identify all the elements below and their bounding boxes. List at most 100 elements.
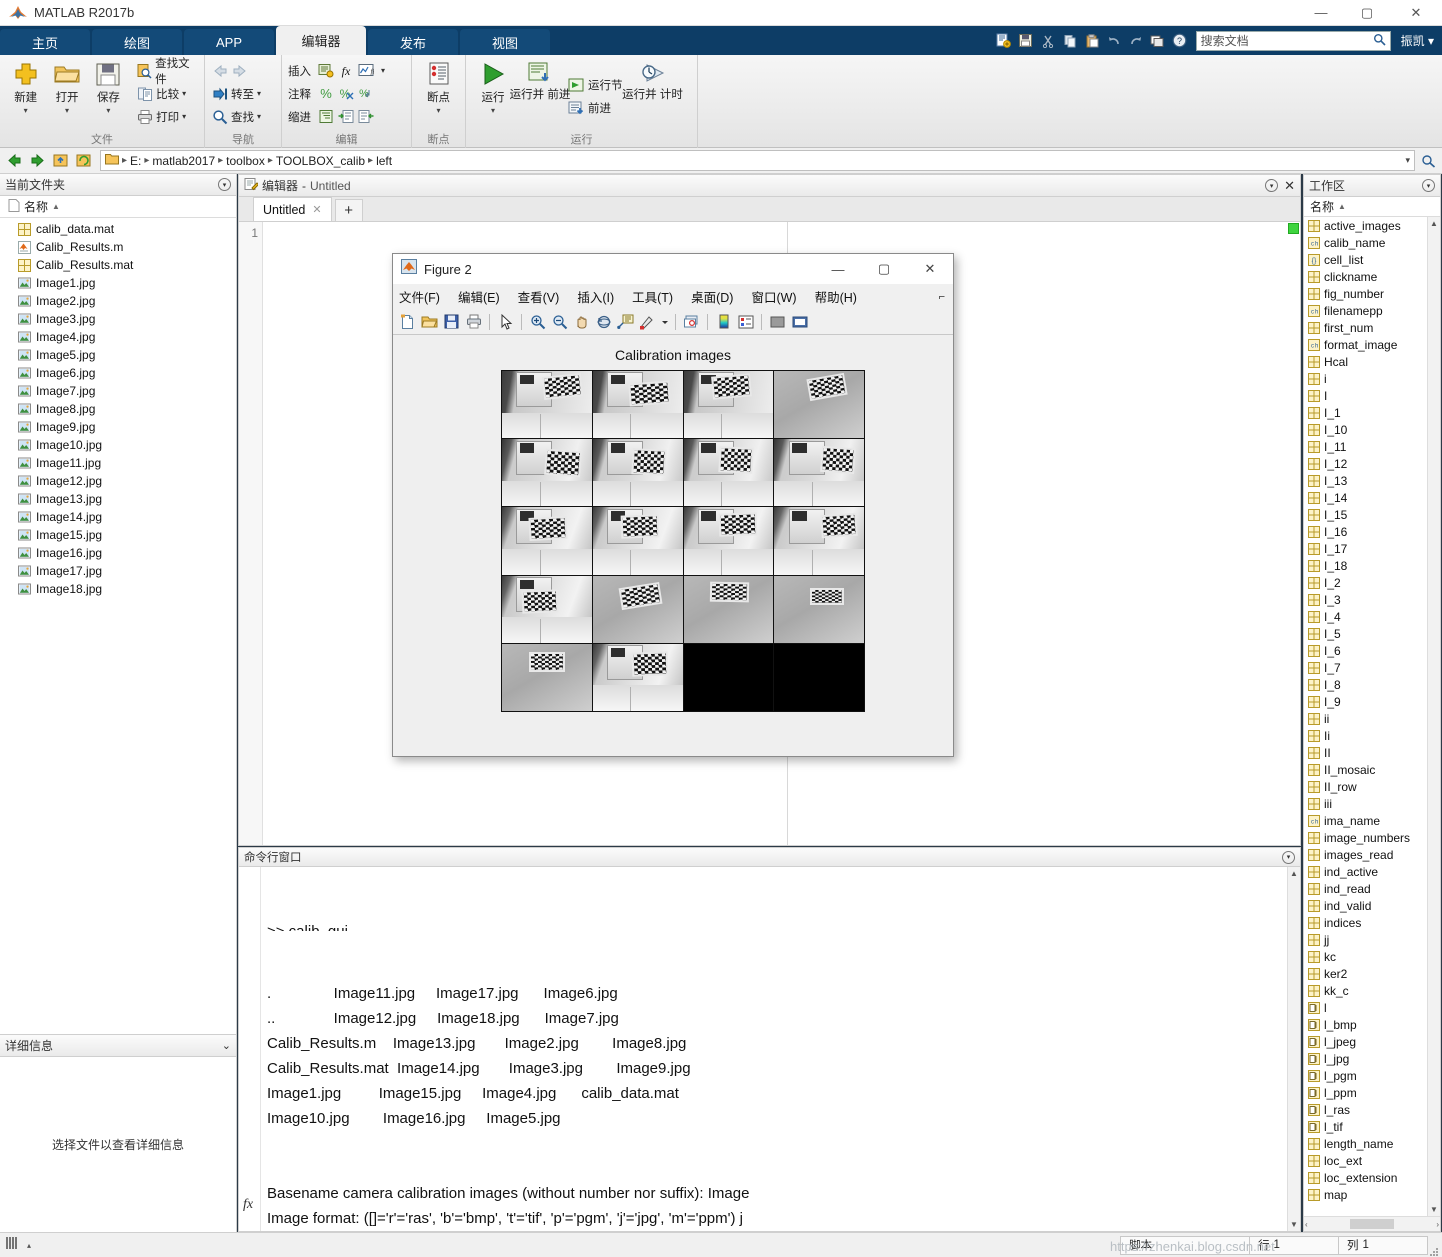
- command-window-scrollbar[interactable]: ▲ ▼: [1287, 867, 1300, 1231]
- paste-icon[interactable]: [1082, 31, 1102, 51]
- workspace-variable-list[interactable]: active_images c h calib_name{} cell_list clic…: [1304, 217, 1427, 1216]
- workspace-variable-row[interactable]: l_jpg: [1304, 1050, 1427, 1067]
- file-list-item[interactable]: Image17.jpg: [0, 562, 236, 580]
- workspace-variable-row[interactable]: I_6: [1304, 642, 1427, 659]
- run-and-time-button[interactable]: 运行并 计时: [622, 58, 683, 101]
- file-list-item[interactable]: Image11.jpg: [0, 454, 236, 472]
- back-arrow-icon[interactable]: [211, 62, 228, 79]
- figure-canvas[interactable]: Calibration images: [393, 335, 953, 756]
- workspace-variable-row[interactable]: I_14: [1304, 489, 1427, 506]
- workspace-variable-row[interactable]: map: [1304, 1186, 1427, 1203]
- workspace-variable-row[interactable]: ker2: [1304, 965, 1427, 982]
- refresh-icon[interactable]: [73, 151, 93, 171]
- sort-ascending-icon[interactable]: ▲: [1338, 202, 1346, 211]
- chevron-down-icon[interactable]: ▾: [257, 112, 261, 121]
- breadcrumb-left[interactable]: left: [376, 154, 392, 168]
- workspace-variable-row[interactable]: l_jpeg: [1304, 1033, 1427, 1050]
- file-list-item[interactable]: Image10.jpg: [0, 436, 236, 454]
- workspace-variable-row[interactable]: I_18: [1304, 557, 1427, 574]
- workspace-body[interactable]: active_images c h calib_name{} cell_list clic…: [1304, 217, 1440, 1216]
- workspace-variable-row[interactable]: I_12: [1304, 455, 1427, 472]
- file-list-item[interactable]: Image2.jpg: [0, 292, 236, 310]
- workspace-variable-row[interactable]: I_4: [1304, 608, 1427, 625]
- workspace-variable-row[interactable]: l_ppm: [1304, 1084, 1427, 1101]
- workspace-variable-row[interactable]: I_2: [1304, 574, 1427, 591]
- save-figure-icon[interactable]: [442, 312, 461, 331]
- editor-tab-untitled[interactable]: Untitled ✕: [253, 197, 332, 221]
- new-tab-button[interactable]: +: [334, 199, 363, 221]
- chevron-down-icon[interactable]: ▾: [182, 89, 186, 98]
- layout-grip-icon[interactable]: [6, 1236, 24, 1255]
- save-icon[interactable]: [1016, 31, 1036, 51]
- tab-editor[interactable]: 编辑器: [276, 26, 366, 55]
- workspace-variable-row[interactable]: I_7: [1304, 659, 1427, 676]
- new-button[interactable]: 新建 ▾: [6, 58, 45, 115]
- user-menu[interactable]: 振凯 ▾: [1401, 32, 1434, 49]
- workspace-variable-row[interactable]: I_1: [1304, 404, 1427, 421]
- tab-apps[interactable]: APP: [184, 29, 274, 55]
- scroll-right-icon[interactable]: ›: [1436, 1220, 1439, 1229]
- help-icon[interactable]: ?: [1170, 31, 1190, 51]
- breakpoints-button[interactable]: 断点 ▾: [418, 58, 459, 115]
- file-list-item[interactable]: Image16.jpg: [0, 544, 236, 562]
- fx-icon[interactable]: fx: [243, 1197, 253, 1213]
- chevron-down-icon[interactable]: ▾: [436, 106, 440, 115]
- smart-indent-icon[interactable]: [317, 108, 334, 125]
- workspace-variable-row[interactable]: I_5: [1304, 625, 1427, 642]
- tab-publish[interactable]: 发布: [368, 29, 458, 55]
- breadcrumb-toolbox[interactable]: toolbox: [226, 154, 265, 168]
- scroll-left-icon[interactable]: ‹: [1305, 1220, 1308, 1229]
- figure-menu-help[interactable]: 帮助(H): [815, 287, 857, 306]
- workspace-variable-row[interactable]: image_numbers: [1304, 829, 1427, 846]
- breadcrumb-matlab2017[interactable]: matlab2017: [152, 154, 215, 168]
- zoom-in-icon[interactable]: [528, 312, 547, 331]
- insert-function-icon[interactable]: fx: [337, 62, 354, 79]
- back-icon[interactable]: [4, 151, 24, 171]
- find-files-button[interactable]: 查找文件: [136, 58, 198, 86]
- search-icon[interactable]: [1373, 33, 1386, 49]
- figure-menu-tools[interactable]: 工具(T): [632, 287, 673, 306]
- tab-plots[interactable]: 绘图: [92, 29, 182, 55]
- workspace-variable-row[interactable]: kc: [1304, 948, 1427, 965]
- workspace-variable-row[interactable]: l: [1304, 999, 1427, 1016]
- workspace-variable-row[interactable]: clickname: [1304, 268, 1427, 285]
- breadcrumb-toolbox-calib[interactable]: TOOLBOX_calib: [276, 154, 365, 168]
- maximize-button[interactable]: ▢: [1344, 0, 1390, 26]
- file-list-item[interactable]: Image1.jpg: [0, 274, 236, 292]
- workspace-variable-row[interactable]: loc_ext: [1304, 1152, 1427, 1169]
- file-list-item[interactable]: Calib_Results.mat: [0, 256, 236, 274]
- file-list-item[interactable]: Image15.jpg: [0, 526, 236, 544]
- wrap-comment-icon[interactable]: %: [357, 85, 374, 102]
- run-button[interactable]: 运行 ▾: [472, 58, 514, 115]
- workspace-variable-row[interactable]: I_3: [1304, 591, 1427, 608]
- chevron-down-icon[interactable]: ▾: [1405, 155, 1410, 166]
- insert-row[interactable]: 插入 fx fi ▾: [288, 60, 385, 81]
- workspace-column-header[interactable]: 名称 ▲: [1304, 197, 1440, 217]
- workspace-variable-row[interactable]: jj: [1304, 931, 1427, 948]
- forward-arrow-icon[interactable]: [231, 62, 248, 79]
- workspace-variable-row[interactable]: fig_number: [1304, 285, 1427, 302]
- figure-menu-insert[interactable]: 插入(I): [577, 287, 614, 306]
- search-path-icon[interactable]: [1418, 151, 1438, 171]
- forward-icon[interactable]: [27, 151, 47, 171]
- figure-menu-desktop[interactable]: 桌面(D): [691, 287, 733, 306]
- search-docs-input[interactable]: 搜索文档: [1195, 30, 1391, 51]
- workspace-variable-row[interactable]: length_name: [1304, 1135, 1427, 1152]
- run-section-button[interactable]: 运行节: [568, 74, 623, 95]
- chevron-down-icon[interactable]: ▾: [106, 106, 110, 115]
- workspace-vertical-scrollbar[interactable]: ▲ ▼: [1427, 217, 1440, 1216]
- uncomment-icon[interactable]: %: [337, 85, 354, 102]
- advance-button[interactable]: 前进: [568, 97, 623, 118]
- new-figure-icon[interactable]: [398, 312, 417, 331]
- workspace-variable-row[interactable]: kk_c: [1304, 982, 1427, 999]
- workspace-variable-row[interactable]: I_8: [1304, 676, 1427, 693]
- find-button[interactable]: 查找 ▾: [211, 106, 261, 127]
- chevron-down-icon[interactable]: ▾: [182, 112, 186, 121]
- panel-menu-icon[interactable]: ▾: [1282, 850, 1295, 864]
- expand-corner-icon[interactable]: ⌐: [939, 291, 945, 303]
- workspace-variable-row[interactable]: iii: [1304, 795, 1427, 812]
- workspace-variable-row[interactable]: c h ima_name: [1304, 812, 1427, 829]
- chevron-down-icon[interactable]: ▾: [257, 89, 261, 98]
- workspace-variable-row[interactable]: {} cell_list: [1304, 251, 1427, 268]
- layout-icon[interactable]: [1148, 31, 1168, 51]
